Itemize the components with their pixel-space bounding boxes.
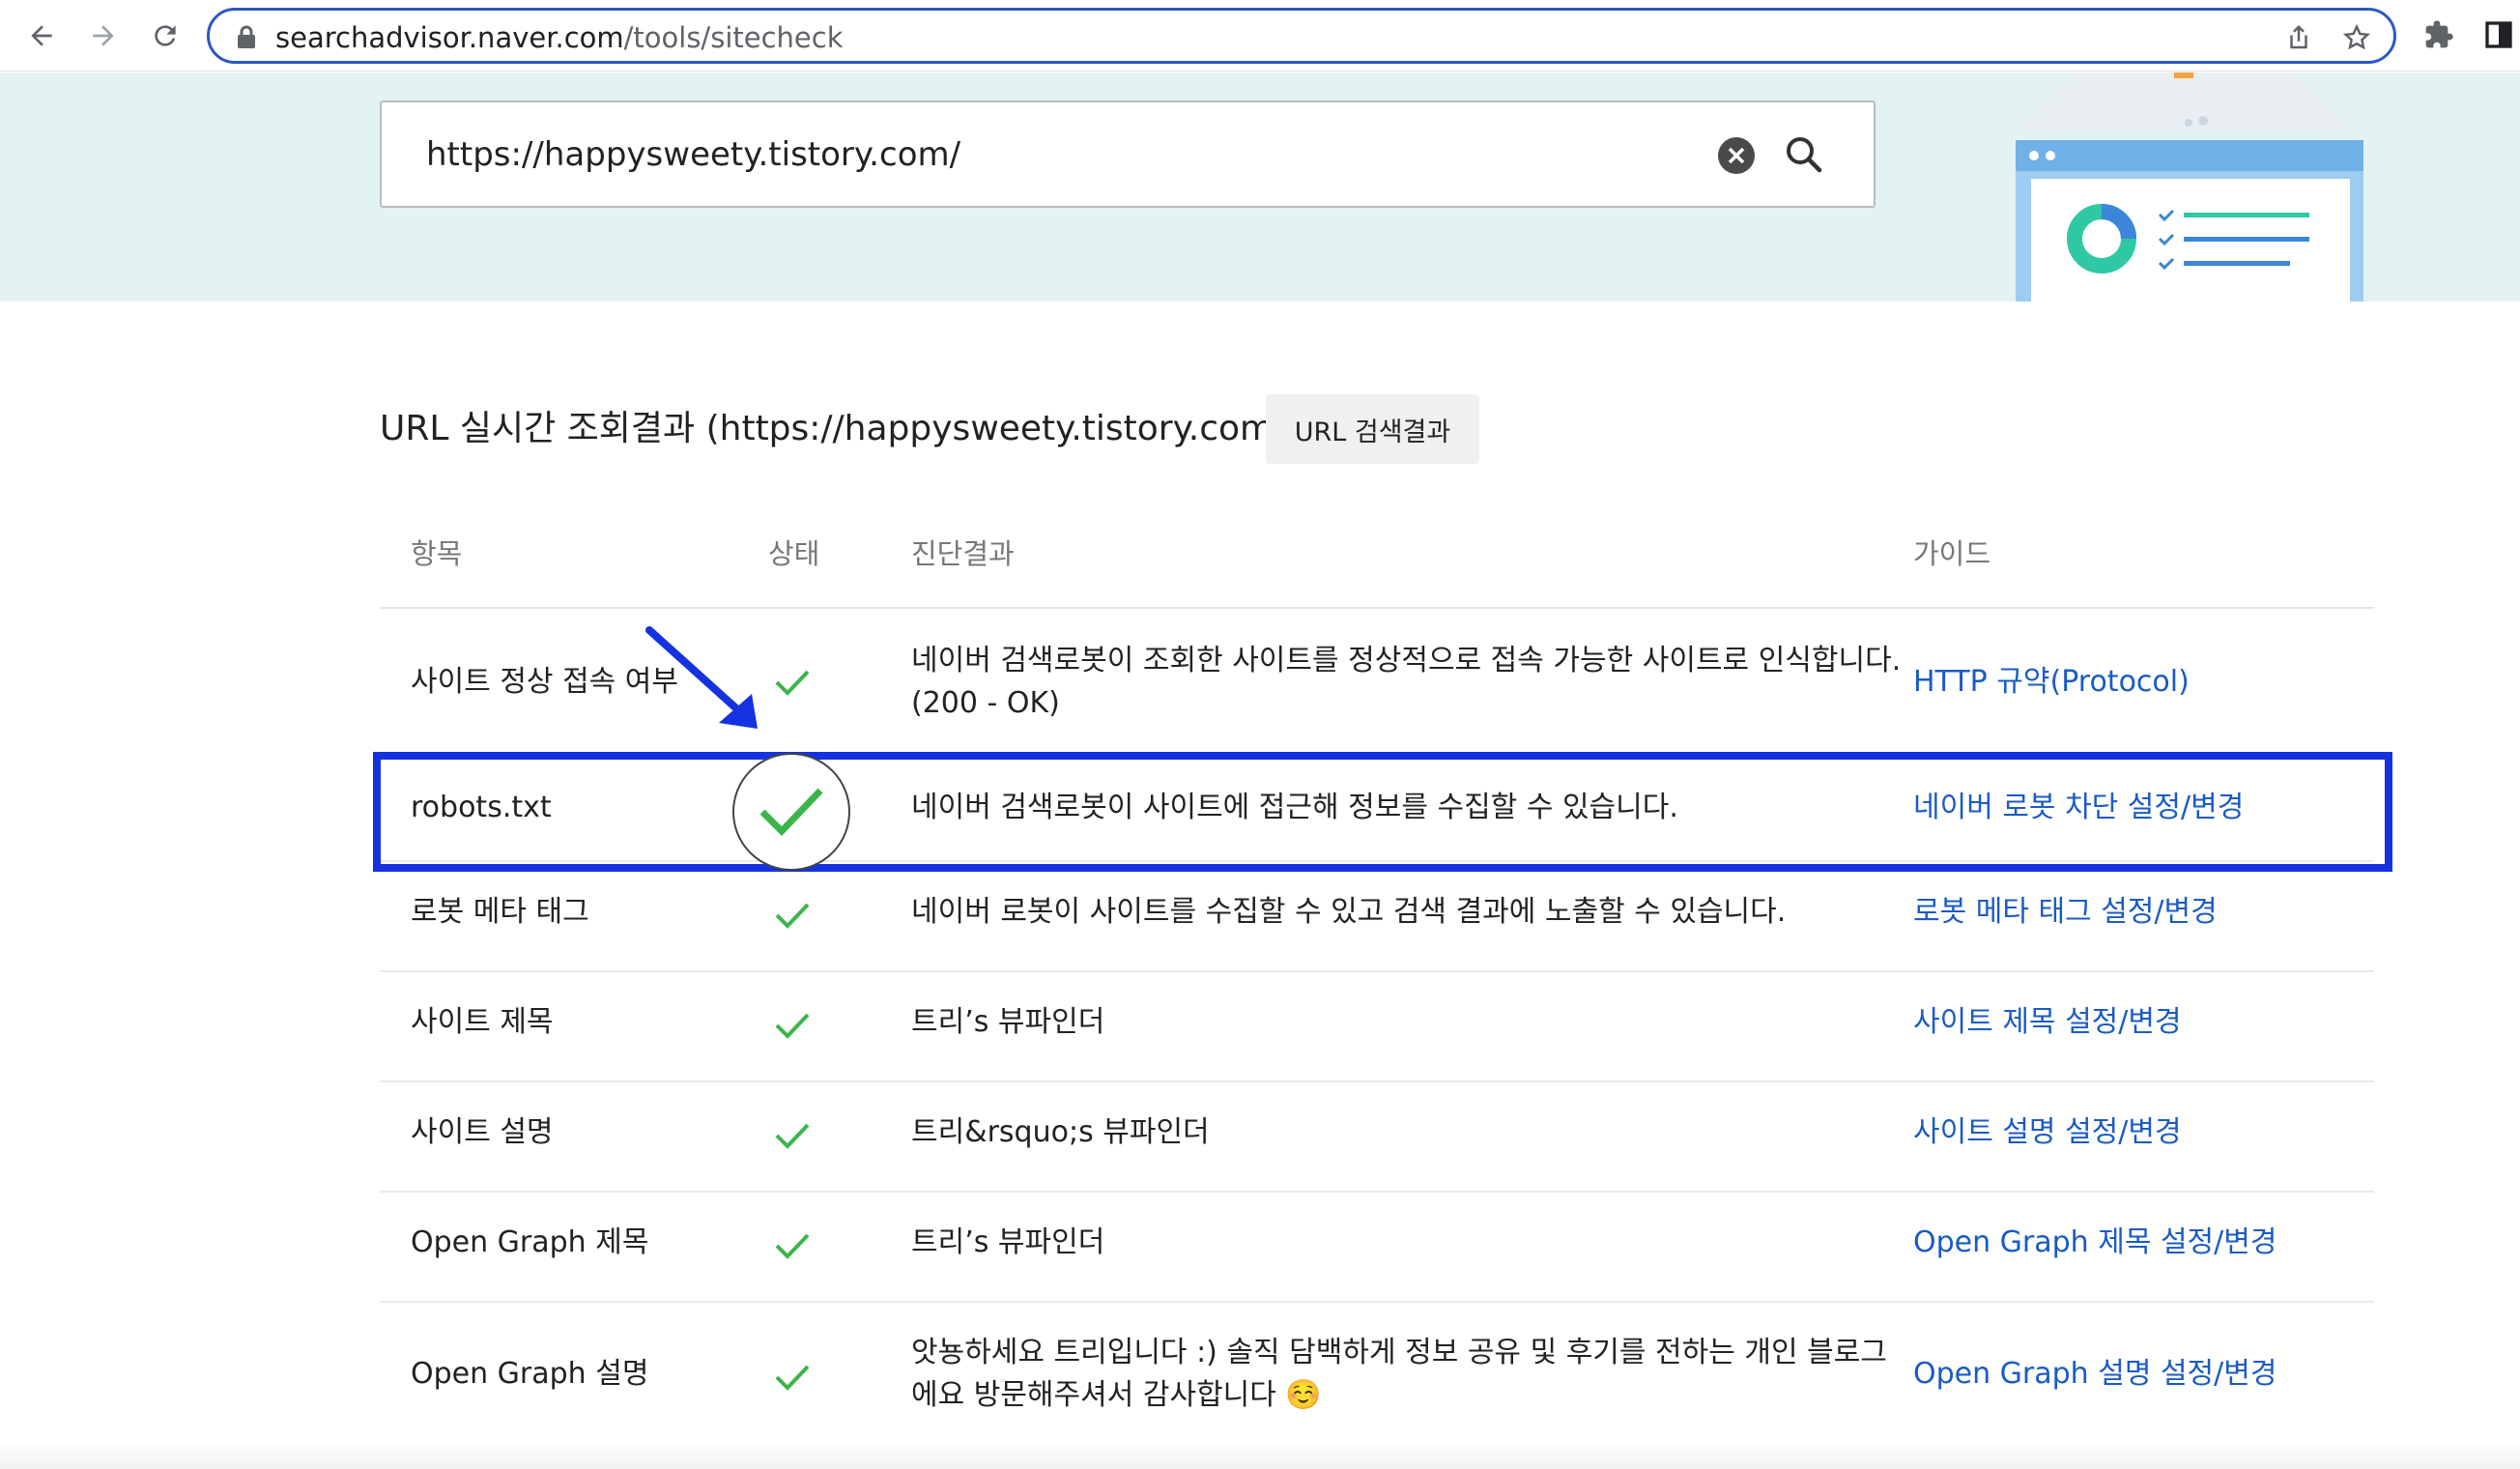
table-row: 사이트 제목 트리’s 뷰파인더 사이트 제목 설정/변경: [380, 972, 2374, 1082]
row-diagnosis: 트리’s 뷰파인더: [911, 1225, 1105, 1259]
sidebar-button[interactable]: [2479, 15, 2518, 54]
check-icon: [773, 901, 812, 930]
arrow-left-icon: [31, 25, 52, 46]
sidebar-icon: [2485, 21, 2512, 48]
back-button[interactable]: [19, 14, 64, 58]
share-button[interactable]: [2281, 20, 2316, 55]
forward-button[interactable]: [81, 14, 126, 58]
reload-button[interactable]: [143, 14, 187, 58]
address-bar[interactable]: searchadvisor.naver.com/tools/sitecheck: [207, 8, 2396, 64]
url-search-result-button[interactable]: URL 검색결과: [1266, 394, 1479, 464]
row-item: Open Graph 제목: [411, 1225, 649, 1259]
row-item: 사이트 설명: [411, 1115, 554, 1149]
robot-illustration: [2016, 72, 2363, 302]
check-icon: [773, 1011, 812, 1040]
annotation-highlight-box: [373, 752, 2392, 872]
bookmark-button[interactable]: [2339, 20, 2374, 55]
row-diagnosis-line2: (200 - OK): [911, 686, 1060, 720]
hero-banner: [0, 72, 2520, 302]
check-icon: [773, 1363, 812, 1392]
url-host: searchadvisor.naver.com: [275, 21, 624, 54]
clear-icon[interactable]: [1717, 136, 1756, 175]
guide-link-site-title[interactable]: 사이트 제목 설정/변경: [1913, 1001, 2182, 1044]
table-row: 로봇 메타 태그 네이버 로봇이 사이트를 수집할 수 있고 검색 결과에 노출…: [380, 862, 2374, 972]
row-diagnosis: 트리&rsquo;s 뷰파인더: [911, 1115, 1210, 1149]
check-icon: [773, 1121, 812, 1150]
row-diagnosis: 네이버 로봇이 사이트를 수집할 수 있고 검색 결과에 노출할 수 있습니다.: [911, 895, 1787, 929]
header-status: 상태: [768, 537, 820, 570]
page-bottom-edge: [0, 1440, 2520, 1469]
share-icon: [2290, 24, 2307, 49]
table-header: 항목 상태 진단결과 가이드: [380, 522, 2374, 609]
reload-icon: [155, 25, 176, 46]
check-icon: [773, 668, 812, 697]
extensions-button[interactable]: [2420, 15, 2458, 54]
url-search-box: [380, 101, 1876, 208]
arrow-right-icon: [93, 25, 114, 46]
guide-link-robot-meta[interactable]: 로봇 메타 태그 설정/변경: [1913, 891, 2218, 934]
guide-link-http[interactable]: HTTP 규약(Protocol): [1913, 661, 2190, 704]
star-icon: [2342, 23, 2371, 50]
browser-toolbar: searchadvisor.naver.com/tools/sitecheck: [0, 0, 2520, 72]
url-search-input[interactable]: [426, 130, 1682, 180]
row-diagnosis: 앗뇽하세요 트리입니다 :) 솔직 담백하게 정보 공유 및 후기를 전하는 개…: [911, 1336, 1887, 1369]
puzzle-icon: [2425, 20, 2453, 48]
table-row: 사이트 설명 트리&rsquo;s 뷰파인더 사이트 설명 설정/변경: [380, 1082, 2374, 1193]
row-item: 사이트 제목: [411, 1005, 554, 1039]
row-diagnosis-line2: 에요 방문해주셔서 감사합니다 ☺️: [911, 1378, 1322, 1412]
header-diagnosis: 진단결과: [911, 537, 1015, 570]
row-diagnosis: 트리’s 뷰파인더: [911, 1005, 1105, 1039]
row-item: 로봇 메타 태그: [411, 895, 589, 929]
row-item: Open Graph 설명: [411, 1357, 649, 1391]
annotation-arrow-icon: [645, 626, 758, 729]
row-diagnosis: 네이버 검색로봇이 조회한 사이트를 정상적으로 접속 가능한 사이트로 인식합…: [911, 644, 1902, 677]
url-text: searchadvisor.naver.com/tools/sitecheck: [275, 21, 844, 54]
header-item: 항목: [411, 537, 463, 570]
check-icon: [759, 788, 823, 837]
magnified-check-circle: [732, 753, 850, 871]
table-row: Open Graph 설명 앗뇽하세요 트리입니다 :) 솔직 담백하게 정보 …: [380, 1303, 2374, 1448]
result-title: URL 실시간 조회결과 (https://happysweety.tistor…: [380, 409, 1300, 448]
guide-link-site-description[interactable]: 사이트 설명 설정/변경: [1913, 1111, 2182, 1154]
check-icon: [773, 1231, 812, 1260]
guide-link-og-title[interactable]: Open Graph 제목 설정/변경: [1913, 1222, 2277, 1264]
url-path: /tools/sitecheck: [623, 21, 844, 54]
header-guide: 가이드: [1913, 537, 1991, 570]
guide-link-og-description[interactable]: Open Graph 설명 설정/변경: [1913, 1353, 2277, 1396]
search-icon[interactable]: [1783, 133, 1825, 176]
lock-icon: [238, 25, 255, 48]
table-row: Open Graph 제목 트리’s 뷰파인더 Open Graph 제목 설정…: [380, 1193, 2374, 1303]
